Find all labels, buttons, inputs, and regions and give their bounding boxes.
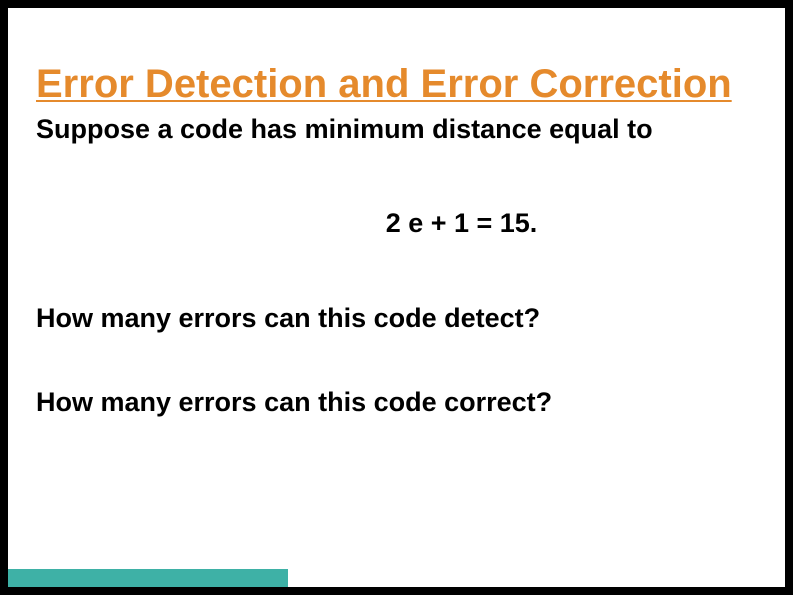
slide-content: Error Detection and Error Correction Sup… <box>8 8 785 421</box>
slide: Error Detection and Error Correction Sup… <box>8 8 785 587</box>
paragraph-2: How many errors can this code detect? <box>36 300 757 336</box>
paragraph-3: How many errors can this code correct? <box>36 384 757 420</box>
slide-title: Error Detection and Error Correction <box>36 62 757 107</box>
paragraph-1: Suppose a code has minimum distance equa… <box>36 111 757 147</box>
footer-accent-bar <box>8 569 288 587</box>
equation: 2 e + 1 = 15. <box>36 205 757 241</box>
